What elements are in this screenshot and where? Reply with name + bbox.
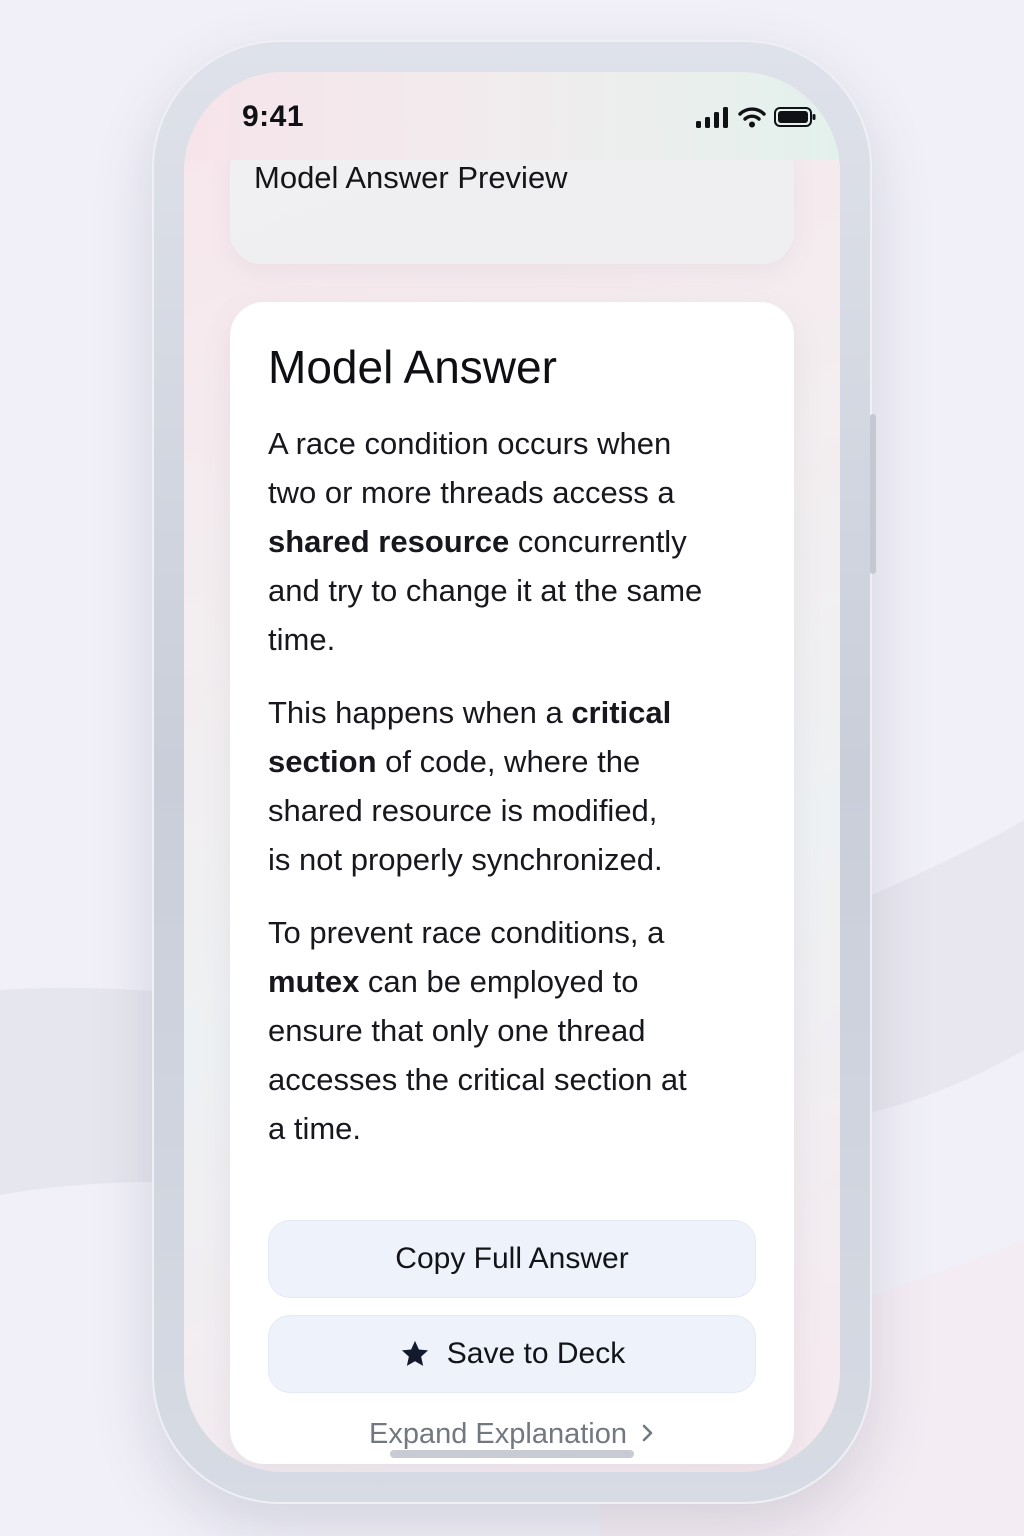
text-span: of code, where the xyxy=(376,744,641,779)
text-span: This happens when a xyxy=(268,695,572,730)
text-line: is not properly synchronized. xyxy=(268,842,663,877)
expand-explanation-link[interactable]: Expand Explanation xyxy=(230,1418,794,1452)
signal-icon xyxy=(696,106,730,133)
copy-full-answer-button[interactable]: Copy Full Answer xyxy=(268,1220,756,1298)
save-button-label: Save to Deck xyxy=(446,1337,626,1370)
text-line: two or more threads access a xyxy=(268,475,675,510)
bold-term: section xyxy=(268,744,377,779)
bold-term: critical xyxy=(571,695,672,730)
text-line: and try to change it at the same xyxy=(268,573,703,608)
model-answer-card: Model Answer A race condition occurs whe… xyxy=(230,302,794,1464)
home-indicator[interactable] xyxy=(390,1450,634,1458)
battery-icon xyxy=(774,106,816,133)
bold-term: shared resource xyxy=(268,524,510,559)
text-line: This happens when a critical xyxy=(268,688,768,737)
answer-paragraph-3: To prevent race conditions, a mutex can … xyxy=(268,908,768,1153)
text-line: accesses the critical section at xyxy=(268,1062,687,1097)
preview-card-title: Model Answer Preview xyxy=(254,160,568,195)
text-line: shared resource is modified, xyxy=(268,793,658,828)
side-button xyxy=(870,414,876,574)
bold-term: mutex xyxy=(268,964,360,999)
status-time: 9:41 xyxy=(242,100,305,133)
answer-paragraph-2: This happens when a critical section of … xyxy=(268,688,768,884)
text-line: To prevent race conditions, a xyxy=(268,915,665,950)
card-title: Model Answer xyxy=(268,341,557,393)
status-bar: 9:41 xyxy=(184,72,840,160)
save-to-deck-button[interactable]: Save to Deck xyxy=(268,1315,756,1393)
phone-screen: Model Answer Preview 9:41 Model Answer A… xyxy=(184,72,840,1472)
chevron-right-icon xyxy=(641,1419,655,1452)
text-line: a time. xyxy=(268,1111,362,1146)
star-icon xyxy=(399,1338,431,1370)
phone-frame: Model Answer Preview 9:41 Model Answer A… xyxy=(152,40,876,1504)
text-span: can be employed to xyxy=(359,964,639,999)
copy-button-label: Copy Full Answer xyxy=(395,1242,629,1275)
text-line: ensure that only one thread xyxy=(268,1013,646,1048)
text-span: concurrently xyxy=(509,524,687,559)
text-line: A race condition occurs when xyxy=(268,426,672,461)
wifi-icon xyxy=(738,106,766,133)
expand-link-label: Expand Explanation xyxy=(369,1418,627,1450)
text-line: shared resource concurrently xyxy=(268,517,768,566)
text-line: time. xyxy=(268,622,336,657)
text-line: mutex can be employed to xyxy=(268,957,768,1006)
answer-paragraph-1: A race condition occurs when two or more… xyxy=(268,419,768,664)
text-line: section of code, where the xyxy=(268,737,768,786)
